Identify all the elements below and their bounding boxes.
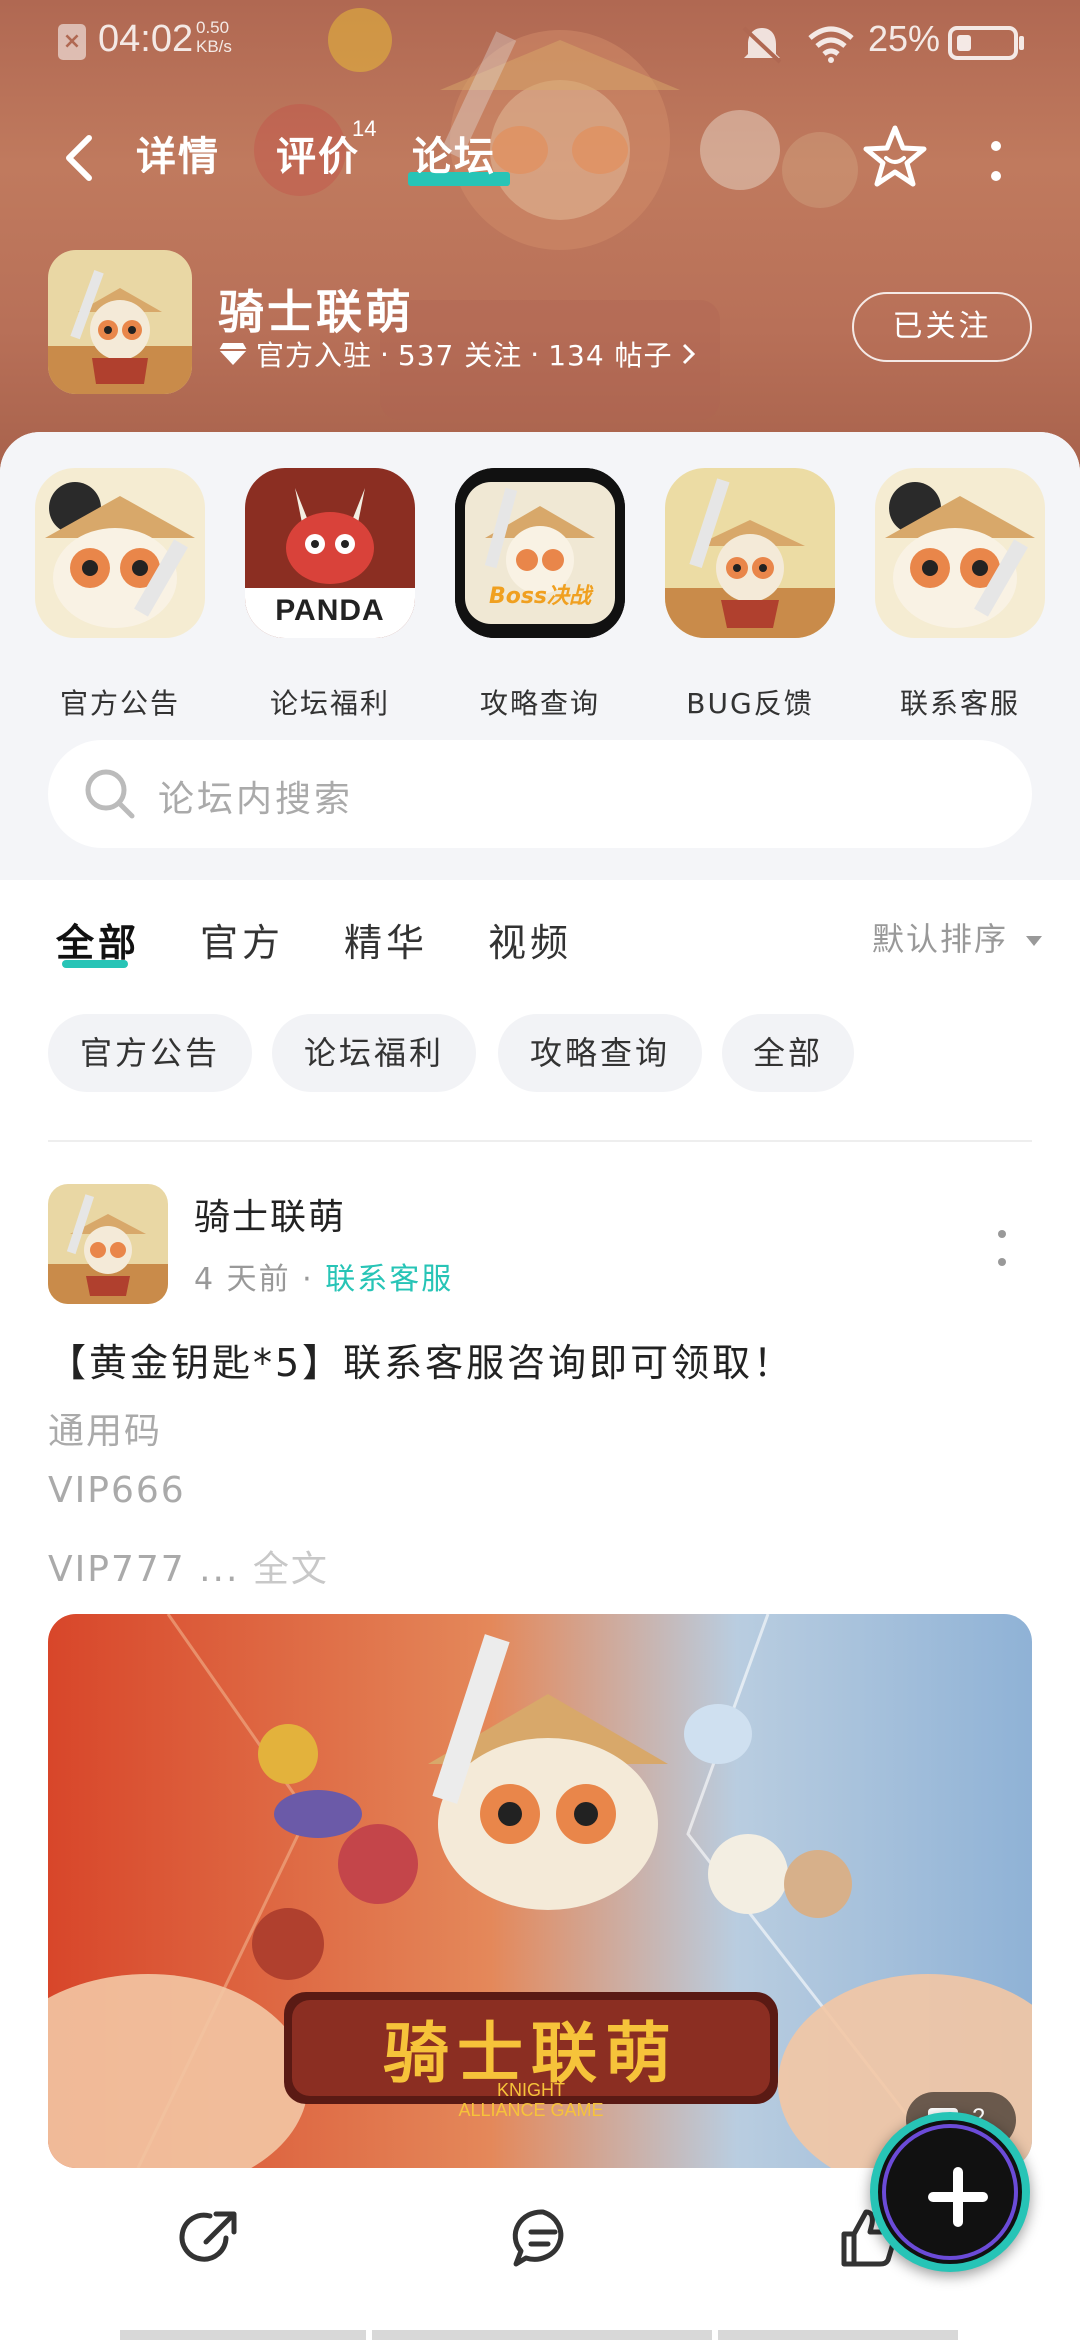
game-info: 骑士联萌 官方入驻 · 537 关注 · 134 帖子 已关注 bbox=[0, 250, 1080, 410]
search-input[interactable]: 论坛内搜索 bbox=[158, 770, 353, 822]
game-icon[interactable] bbox=[48, 250, 192, 394]
customer-service-icon bbox=[875, 468, 1045, 638]
forum-content: 官方公告 PANDA 论坛福利 Boss决战 攻略查询 BUG反馈 联系客服 论… bbox=[0, 432, 1080, 2340]
mute-icon bbox=[742, 26, 782, 64]
search-bar[interactable]: 论坛内搜索 bbox=[48, 740, 1032, 848]
divider bbox=[48, 1140, 1032, 1142]
post-time: 4 天前 bbox=[194, 1262, 291, 1297]
bug-report-icon bbox=[665, 468, 835, 638]
verified-label: 官方入驻 bbox=[256, 339, 373, 372]
panda-logo-text: PANDA bbox=[275, 594, 385, 627]
bottom-scroll-segment bbox=[372, 2330, 712, 2340]
wifi-icon bbox=[808, 26, 854, 63]
caret-down-icon bbox=[1026, 936, 1042, 946]
chip-welfare[interactable]: 论坛福利 bbox=[272, 1014, 476, 1092]
post-body-line: 通用码 bbox=[48, 1411, 163, 1452]
tab-forum[interactable]: 论坛 bbox=[412, 124, 496, 182]
filter-tab-indicator bbox=[62, 960, 128, 968]
net-speed-unit: KB/s bbox=[196, 37, 232, 56]
shortcut-label: 官方公告 bbox=[59, 687, 180, 720]
game-title: 骑士联萌 bbox=[218, 285, 414, 339]
post-image[interactable]: 骑士联萌 KNIGHT ALLIANCE GAME bbox=[48, 1614, 1032, 2168]
welfare-icon: PANDA bbox=[245, 468, 415, 638]
avatar[interactable] bbox=[48, 1184, 168, 1304]
star-icon[interactable] bbox=[860, 122, 930, 192]
tab-reviews[interactable]: 评价 bbox=[276, 124, 360, 182]
shortcut-bug-report[interactable]: BUG反馈 bbox=[665, 468, 835, 720]
guides-icon: Boss决战 bbox=[455, 468, 625, 638]
chevron-right-icon bbox=[682, 343, 695, 365]
post-ellipsis: ... bbox=[199, 1549, 240, 1590]
posts-count: 134 帖子 bbox=[548, 339, 673, 372]
post-author[interactable]: 骑士联萌 bbox=[194, 1188, 346, 1240]
bottom-scroll-segment bbox=[718, 2330, 958, 2340]
shortcut-customer-service[interactable]: 联系客服 bbox=[875, 468, 1045, 720]
image-logo-sub: KNIGHT ALLIANCE GAME bbox=[284, 2080, 778, 2120]
bottom-scroll-segment bbox=[120, 2330, 366, 2340]
battery-percent: 25% bbox=[868, 18, 941, 59]
post-body-text: VIP777 bbox=[48, 1549, 200, 1590]
meta-dot: · bbox=[380, 337, 390, 371]
net-speed: 0.50 KB/s bbox=[196, 18, 232, 56]
shortcut-label: 攻略查询 bbox=[479, 687, 600, 720]
shortcut-label: BUG反馈 bbox=[686, 687, 814, 720]
boss-logo-text: Boss决战 bbox=[488, 584, 592, 609]
post-tag[interactable]: 联系客服 bbox=[325, 1262, 453, 1297]
post-title[interactable]: 【黄金钥匙*5】联系客服咨询即可领取！ bbox=[48, 1332, 794, 1387]
read-more-link[interactable]: 全文 bbox=[253, 1549, 329, 1590]
image-logo-sub-line: ALLIANCE GAME bbox=[458, 2100, 604, 2120]
more-vertical-icon[interactable] bbox=[986, 136, 1006, 188]
status-time: 04:02 bbox=[98, 18, 194, 60]
add-post-button[interactable] bbox=[870, 2112, 1030, 2272]
reviews-count-badge: 14 bbox=[352, 116, 377, 141]
comment-icon[interactable] bbox=[508, 2202, 578, 2272]
tab-details[interactable]: 详情 bbox=[136, 124, 220, 182]
battery-icon bbox=[948, 26, 1018, 60]
post-body-line: VIP666 bbox=[48, 1470, 186, 1511]
chip-announcements[interactable]: 官方公告 bbox=[48, 1014, 252, 1092]
shortcut-announcements[interactable]: 官方公告 bbox=[35, 468, 205, 720]
back-arrow-icon[interactable] bbox=[55, 128, 105, 188]
chip-guides[interactable]: 攻略查询 bbox=[498, 1014, 702, 1092]
followers-count: 537 关注 bbox=[397, 339, 523, 372]
filter-tab-all[interactable]: 全部 bbox=[56, 912, 140, 967]
follow-button[interactable]: 已关注 bbox=[852, 292, 1032, 362]
search-icon bbox=[85, 769, 135, 819]
battery-tip bbox=[1019, 36, 1024, 50]
chip-all[interactable]: 全部 bbox=[722, 1014, 854, 1092]
sort-dropdown[interactable]: 默认排序 bbox=[872, 914, 1008, 960]
game-meta[interactable]: 官方入驻 · 537 关注 · 134 帖子 bbox=[218, 334, 697, 374]
post-body-line: VIP777 ... 全文 bbox=[48, 1540, 329, 1592]
diamond-icon bbox=[219, 343, 247, 365]
shortcuts-area: 官方公告 PANDA 论坛福利 Boss决战 攻略查询 BUG反馈 联系客服 论… bbox=[0, 432, 1080, 880]
filter-tab-official[interactable]: 官方 bbox=[200, 912, 284, 967]
net-speed-value: 0.50 bbox=[196, 18, 230, 37]
more-vertical-icon[interactable] bbox=[996, 1228, 1008, 1268]
shortcut-label: 联系客服 bbox=[899, 687, 1020, 720]
shortcut-label: 论坛福利 bbox=[269, 687, 390, 720]
announcements-icon bbox=[35, 468, 205, 638]
meta-dot: · bbox=[302, 1262, 326, 1297]
shortcut-welfare[interactable]: PANDA 论坛福利 bbox=[245, 468, 415, 720]
post-meta: 4 天前 · 联系客服 bbox=[194, 1254, 453, 1298]
meta-dot: · bbox=[530, 337, 541, 371]
notification-icon: × bbox=[58, 24, 86, 60]
top-nav: 详情 评价 14 论坛 bbox=[0, 110, 1080, 200]
forum-header: × 04:02 0.50 KB/s 25% 详情 评价 14 论坛 骑士联萌 官… bbox=[0, 0, 1080, 470]
filter-tab-video[interactable]: 视频 bbox=[488, 912, 572, 967]
image-logo-sub-line: KNIGHT bbox=[496, 2080, 565, 2100]
shortcut-guides[interactable]: Boss决战 攻略查询 bbox=[455, 468, 625, 720]
share-icon[interactable] bbox=[176, 2202, 246, 2272]
add-icon bbox=[882, 2124, 1018, 2260]
status-bar: × 04:02 0.50 KB/s 25% bbox=[0, 0, 1080, 80]
filter-tab-featured[interactable]: 精华 bbox=[344, 912, 428, 967]
